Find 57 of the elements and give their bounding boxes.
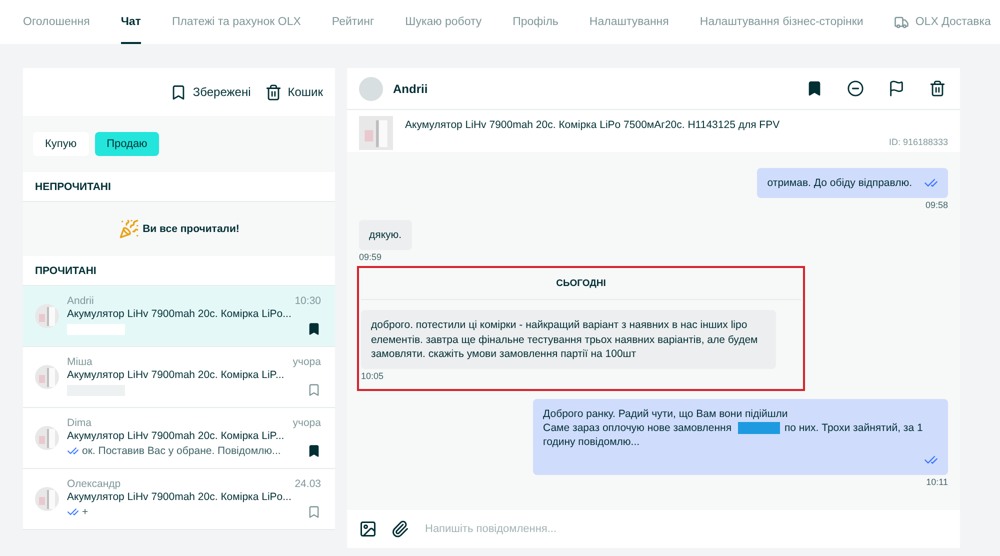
- message-preview: ок. Поставив Вас у обране. Повідомлю...: [67, 445, 281, 457]
- listing-title: Акумулятор LiHv 7900mah 20c. Комірка LiP...: [67, 430, 286, 442]
- message-time: 09:58: [925, 200, 948, 210]
- redaction-mark: [67, 324, 125, 334]
- party-popper-icon: [118, 219, 139, 239]
- block-icon: [847, 80, 864, 97]
- message-preview: +: [67, 506, 88, 518]
- message-time: 09:59: [359, 252, 382, 262]
- bookmark-icon[interactable]: [307, 322, 321, 336]
- listing-id: ID: 916188333: [888, 137, 948, 147]
- flag-icon: [888, 80, 905, 97]
- conversation-time: учора: [292, 356, 321, 368]
- section-heading: ПРОЧИТАНІ: [23, 256, 335, 286]
- conversation-time: 24.03: [294, 478, 321, 490]
- trash-icon: [929, 80, 946, 97]
- empty-note: Ви все прочитали!: [142, 223, 240, 235]
- section-heading: НЕПРОЧИТАНІ: [23, 172, 335, 202]
- report-button[interactable]: [888, 80, 905, 97]
- trash-icon: [264, 84, 282, 100]
- message-text: отримав. До обіду відправлю.: [767, 176, 912, 190]
- message-time: 10:05: [361, 370, 384, 381]
- message-text: доброго. потестили ці комірки - найкращий варіант з наявних в нас інших lipo елементів. завтра ще фінальне тестування трьох наявних варіантів, але будем замовляти. скажіть умови замовлення партії на 100шт: [371, 318, 759, 361]
- conversation-item[interactable]: Andrii 10:30 Акумулятор LiHv 7900mah 20c. Комірка LiPo...: [23, 286, 335, 347]
- conversation-item[interactable]: Dima учора Акумулятор LiHv 7900mah 20c. Комірка LiP... ок. Поставив Вас у обране. Повідомлю...: [23, 408, 335, 469]
- listing-title: Акумулятор LiHv 7900mah 20c. Комірка LiPo 7500мАг20с. H1143125 для FPV: [405, 119, 781, 131]
- message-text: дякую.: [369, 228, 402, 242]
- truck-icon: [894, 14, 910, 30]
- read-ticks-icon: [67, 506, 79, 518]
- contact-name: Олександр: [67, 478, 121, 490]
- conversation-item[interactable]: Олександр 24.03 Акумулятор LiHv 7900mah 20c. Комірка LiPo... +: [23, 469, 335, 530]
- listing-title: Акумулятор LiHv 7900mah 20c. Комірка LiP...: [67, 369, 286, 381]
- listing-title: Акумулятор LiHv 7900mah 20c. Комірка LiPo...: [67, 491, 292, 503]
- contact-name: Dima: [67, 417, 92, 429]
- bookmark-button[interactable]: [806, 80, 823, 97]
- mode-toggle[interactable]: Продаю: [94, 132, 160, 156]
- block-button[interactable]: [847, 80, 864, 97]
- paperclip-icon[interactable]: [391, 520, 409, 538]
- mode-toggle[interactable]: Купую: [33, 132, 89, 156]
- avatar: [359, 76, 383, 100]
- message-time: 10:11: [926, 477, 948, 488]
- listing-title: Акумулятор LiHv 7900mah 20c. Комірка LiPo...: [67, 308, 292, 320]
- contact-name: Andrii: [393, 82, 429, 96]
- conversation-time: учора: [292, 417, 321, 429]
- contact-name: Міша: [67, 356, 92, 368]
- conversation-time: 10:30: [294, 295, 321, 307]
- nav-tab[interactable]: Чат: [120, 0, 141, 44]
- contact-name: Andrii: [67, 295, 94, 307]
- saved-link[interactable]: Збережені: [170, 84, 251, 100]
- bookmark-icon: [806, 80, 823, 97]
- image-icon[interactable]: [359, 520, 377, 538]
- date-divider: СЬОГОДНІ: [361, 272, 801, 300]
- trash-link[interactable]: Кошик: [264, 84, 323, 100]
- read-ticks-icon: [67, 445, 79, 457]
- message-text: Доброго ранку. Радий чути, що Вам вони підійшли Саме зараз оплочую нове замовлення по них. Трохи зайнятий, за 1 годину повідомлю...: [543, 406, 924, 450]
- conversation-item[interactable]: Міша учора Акумулятор LiHv 7900mah 20c. Комірка LiP...: [23, 347, 335, 408]
- bookmark-icon[interactable]: [307, 444, 321, 458]
- delete-button[interactable]: [929, 80, 946, 97]
